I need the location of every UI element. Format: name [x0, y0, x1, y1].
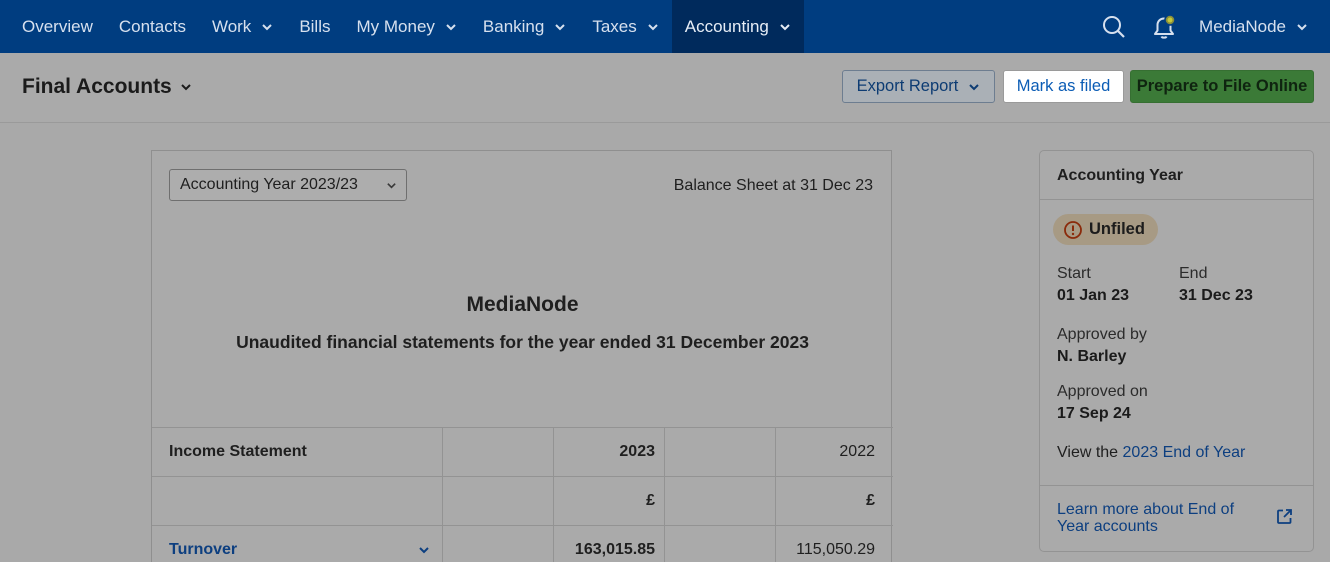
chevron-down-icon: [555, 23, 566, 30]
turnover-2022: 115,050.29: [796, 541, 875, 558]
panel-title: Accounting Year: [1040, 151, 1313, 200]
top-nav: Overview Contacts Work Bills My Money Ba…: [0, 0, 1330, 53]
nav-bills[interactable]: Bills: [286, 0, 343, 53]
user-menu[interactable]: MediaNode: [1189, 17, 1330, 37]
table-header-label: Income Statement: [152, 428, 443, 476]
nav-taxes-label: Taxes: [592, 16, 637, 36]
nav-bills-label: Bills: [299, 16, 331, 36]
page-title-label: Final Accounts: [22, 75, 172, 98]
nav-contacts[interactable]: Contacts: [106, 0, 199, 53]
nav-my-money[interactable]: My Money: [343, 0, 469, 53]
chevron-down-icon: [446, 23, 456, 30]
page-title[interactable]: Final Accounts: [22, 75, 192, 99]
search-button[interactable]: [1089, 0, 1139, 53]
user-name: MediaNode: [1199, 16, 1286, 36]
nav-my-money-label: My Money: [356, 16, 435, 36]
accounting-year-select[interactable]: Accounting Year 2023/23: [169, 169, 407, 201]
nav-banking[interactable]: Banking: [470, 0, 579, 53]
start-label: Start: [1057, 265, 1091, 282]
currency-2023: £: [554, 477, 665, 525]
page-header: Final Accounts Export Report Mark as fil…: [0, 53, 1330, 123]
export-report-label: Export Report: [856, 77, 959, 95]
table-cell: [443, 477, 554, 525]
table-header-row: Income Statement 2023 2022: [152, 428, 893, 477]
chevron-down-icon: [648, 23, 658, 30]
chevron-down-icon: [419, 547, 429, 554]
status-badge: Unfiled: [1053, 214, 1158, 245]
view-prefix: View the: [1057, 444, 1119, 461]
end-label: End: [1179, 265, 1208, 282]
table-header-2023: 2023: [554, 428, 665, 476]
prepare-to-file-online-label: Prepare to File Online: [1136, 77, 1308, 95]
company-name: MediaNode: [466, 293, 579, 316]
turnover-2023: 163,015.85: [554, 526, 665, 562]
end-of-year-link[interactable]: 2023 End of Year: [1123, 444, 1246, 461]
alert-icon: [1064, 220, 1082, 239]
approved-on-value: 17 Sep 24: [1057, 405, 1131, 422]
nav-overview-label: Overview: [22, 16, 93, 36]
table-row: Turnover 163,015.85 115,050.29: [152, 526, 893, 562]
table-cell: [665, 428, 776, 476]
export-report-button[interactable]: Export Report: [842, 70, 995, 103]
prepare-to-file-online-button[interactable]: Prepare to File Online: [1130, 70, 1314, 103]
nav-accounting-label: Accounting: [684, 16, 769, 36]
bell-icon: [1154, 13, 1176, 39]
nav-right: MediaNode: [1089, 0, 1330, 53]
accounting-year-value: Accounting Year 2023/23: [180, 176, 358, 193]
nav-work-label: Work: [211, 16, 252, 36]
table-cell: [443, 526, 554, 562]
chevron-down-icon: [181, 84, 191, 91]
learn-more-link[interactable]: Learn more about End of Year accounts: [1057, 501, 1257, 535]
currency-2022: £: [866, 492, 875, 509]
approved-on-label: Approved on: [1057, 383, 1148, 400]
nav-overview[interactable]: Overview: [0, 0, 106, 53]
approved-by-value: N. Barley: [1057, 348, 1127, 365]
chevron-down-icon: [780, 23, 790, 30]
start-value: 01 Jan 23: [1057, 287, 1130, 304]
turnover-link[interactable]: Turnover: [169, 541, 237, 559]
table-cell: [443, 428, 554, 476]
table-header-2022: 2022: [839, 443, 875, 460]
view-end-of-year-line: View the 2023 End of Year: [1057, 444, 1245, 462]
approved-by-label: Approved by: [1057, 326, 1147, 343]
balance-sheet-date: Balance Sheet at 31 Dec 23: [673, 177, 873, 194]
accounting-year-panel: Accounting Year Unfiled Start 01 Jan 23 …: [1039, 150, 1314, 552]
end-value: 31 Dec 23: [1179, 287, 1253, 304]
turnover-row-toggle[interactable]: Turnover: [152, 526, 443, 562]
chevron-down-icon: [1297, 23, 1307, 30]
notifications-button[interactable]: [1139, 0, 1189, 53]
chevron-down-icon: [969, 83, 980, 90]
table-cell: [152, 477, 443, 525]
income-statement-table: Income Statement 2023 2022 £ £ Turnover …: [152, 427, 893, 562]
nav-taxes[interactable]: Taxes: [579, 0, 671, 53]
mark-as-filed-label: Mark as filed: [1016, 77, 1111, 95]
table-cell: [665, 477, 776, 525]
nav-accounting[interactable]: Accounting: [671, 0, 804, 53]
report-subtitle: Unaudited financial statements for the y…: [236, 332, 809, 352]
nav-contacts-label: Contacts: [118, 16, 186, 36]
external-link-icon[interactable]: [1276, 508, 1293, 525]
table-cell: [665, 526, 776, 562]
report-card: Accounting Year 2023/23 Balance Sheet at…: [151, 150, 893, 562]
chevron-down-icon: [387, 183, 396, 189]
mark-as-filed-button[interactable]: Mark as filed: [1003, 70, 1124, 103]
chevron-down-icon: [262, 23, 273, 30]
table-currency-row: £ £: [152, 477, 893, 526]
nav-banking-label: Banking: [482, 16, 545, 36]
status-label: Unfiled: [1089, 220, 1145, 238]
divider: [1040, 485, 1313, 486]
search-icon: [1103, 15, 1125, 38]
nav-work[interactable]: Work: [199, 0, 286, 53]
